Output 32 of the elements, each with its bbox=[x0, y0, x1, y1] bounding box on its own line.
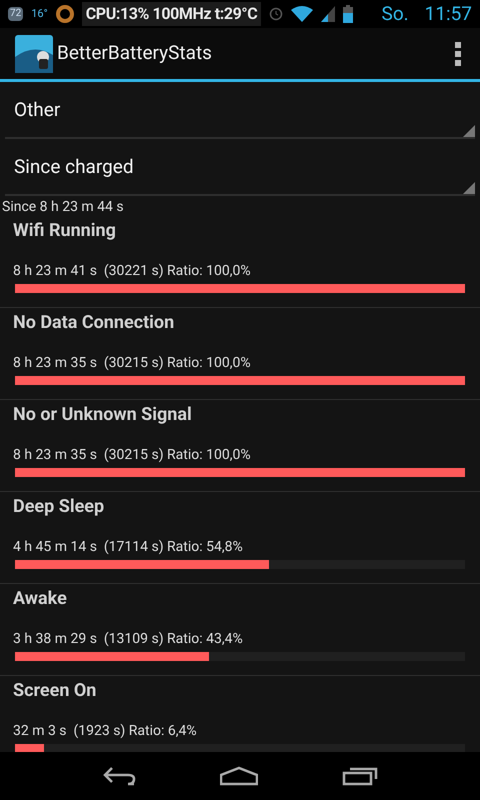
battery-badge: 72 bbox=[8, 7, 24, 21]
stat-detail: 3 h 38 m 29 s (13109 s) Ratio: 43,4% bbox=[13, 630, 243, 648]
stat-detail: 8 h 23 m 35 s (30215 s) Ratio: 100,0% bbox=[13, 446, 251, 464]
cpu-info: CPU:13% 100MHz t:29°C bbox=[82, 2, 262, 26]
status-time: 11:57 bbox=[424, 0, 472, 27]
status-day: So. bbox=[382, 0, 409, 28]
signal-icon bbox=[321, 6, 336, 22]
stat-detail: 8 h 23 m 41 s (30221 s) Ratio: 100,0% bbox=[13, 262, 251, 280]
stat-name: Awake bbox=[13, 588, 67, 610]
stat-detail: 4 h 45 m 14 s (17114 s) Ratio: 54,8% bbox=[13, 538, 243, 556]
stat-detail: 32 m 3 s (1923 s) Ratio: 6,4% bbox=[13, 722, 197, 740]
wifi-icon bbox=[291, 6, 314, 22]
corner-triangle-icon bbox=[463, 182, 475, 194]
alarm-icon bbox=[269, 7, 284, 21]
battery-icon bbox=[343, 5, 354, 23]
stat-name: Deep Sleep bbox=[13, 496, 104, 518]
temperature: 16° bbox=[31, 6, 48, 22]
stat-name: No Data Connection bbox=[13, 312, 174, 334]
app-icon bbox=[15, 34, 53, 72]
corner-triangle-icon bbox=[463, 125, 475, 137]
since-text: Since 8 h 23 m 44 s bbox=[1, 198, 124, 216]
recent-apps-button[interactable] bbox=[342, 766, 378, 786]
stat-name: Screen On bbox=[13, 680, 96, 702]
stat-detail: 8 h 23 m 35 s (30215 s) Ratio: 100,0% bbox=[13, 354, 251, 372]
dropdown[interactable]: Since charged bbox=[5, 139, 475, 196]
app-title: BetterBatteryStats bbox=[57, 40, 212, 66]
ring-icon bbox=[56, 5, 74, 23]
back-button[interactable] bbox=[102, 766, 136, 786]
stat-name: No or Unknown Signal bbox=[13, 404, 192, 426]
dropdown[interactable]: Other bbox=[5, 82, 475, 139]
stat-name: Wifi Running bbox=[13, 220, 116, 242]
home-button[interactable] bbox=[220, 766, 258, 786]
